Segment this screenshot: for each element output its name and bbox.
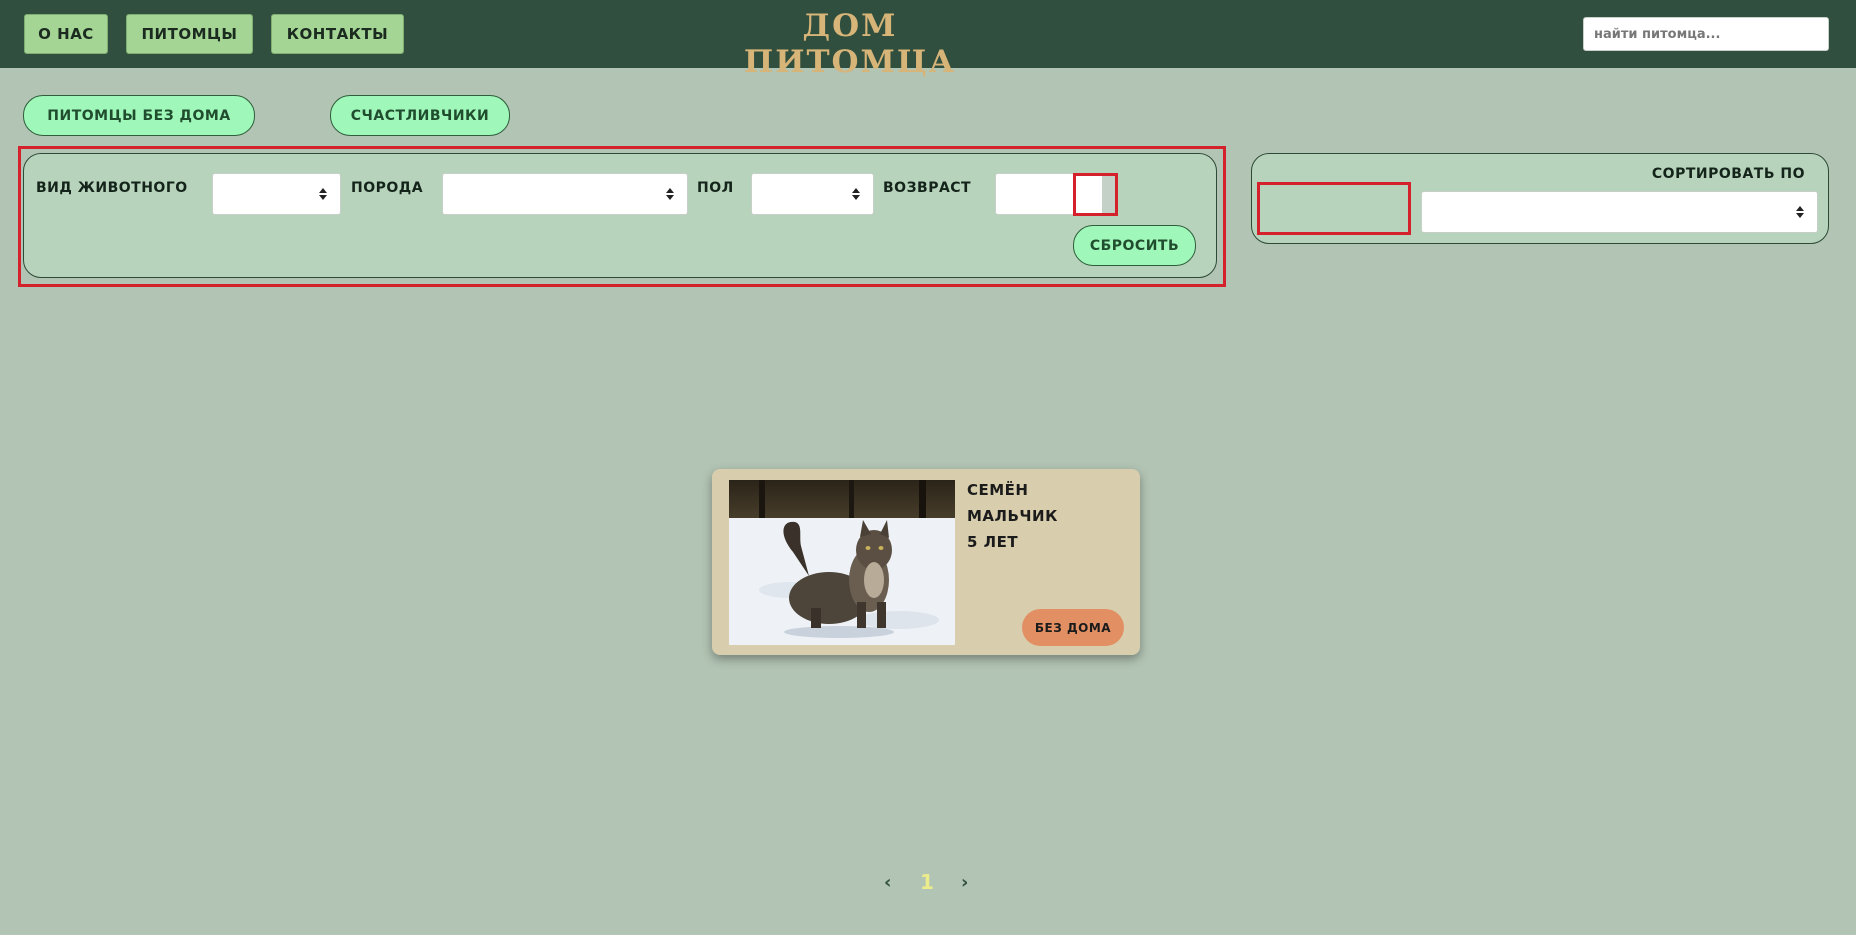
cat-in-snow-image <box>729 480 955 645</box>
homeless-pets-button[interactable]: ПИТОМЦЫ БЕЗ ДОМА <box>23 95 255 136</box>
sort-label: СОРТИРОВАТЬ ПО <box>1651 166 1805 182</box>
next-page-button[interactable]: › <box>961 872 968 893</box>
age-label: ВОЗВРАСТ <box>883 180 972 196</box>
nav-contacts-button[interactable]: КОНТАКТЫ <box>271 14 404 54</box>
animal-type-select[interactable] <box>212 173 341 215</box>
breed-select[interactable] <box>442 173 688 215</box>
sort-select[interactable] <box>1421 191 1818 233</box>
gender-select[interactable] <box>751 173 874 215</box>
gender-label: ПОЛ <box>697 180 734 196</box>
pet-status-button[interactable]: БЕЗ ДОМА <box>1022 609 1124 646</box>
select-arrows-icon <box>319 188 327 200</box>
pet-age: 5 ЛЕТ <box>967 533 1019 551</box>
pet-name: СЕМЁН <box>967 481 1029 499</box>
sort-highlight <box>1257 182 1411 235</box>
site-title: ДОМ ПИТОМЦА <box>743 8 957 80</box>
select-arrows-icon <box>666 188 674 200</box>
current-page-number[interactable]: 1 <box>920 870 934 894</box>
lucky-pets-button[interactable]: СЧАСТЛИВЧИКИ <box>330 95 510 136</box>
animal-type-label: ВИД ЖИВОТНОГО <box>36 180 188 196</box>
prev-page-button[interactable]: ‹ <box>884 872 891 893</box>
pet-gender: МАЛЬЧИК <box>967 507 1058 525</box>
nav-pets-button[interactable]: ПИТОМЦЫ <box>126 14 253 54</box>
age-spinner-highlight <box>1073 173 1118 216</box>
filter-panel-highlight <box>18 146 1226 287</box>
select-arrows-icon <box>1796 206 1804 218</box>
pet-photo[interactable] <box>729 480 955 645</box>
reset-button[interactable]: СБРОСИТЬ <box>1073 225 1196 266</box>
nav-about-button[interactable]: О НАС <box>24 14 108 54</box>
breed-label: ПОРОДА <box>351 180 424 196</box>
select-arrows-icon <box>852 188 860 200</box>
search-input[interactable] <box>1583 17 1829 51</box>
